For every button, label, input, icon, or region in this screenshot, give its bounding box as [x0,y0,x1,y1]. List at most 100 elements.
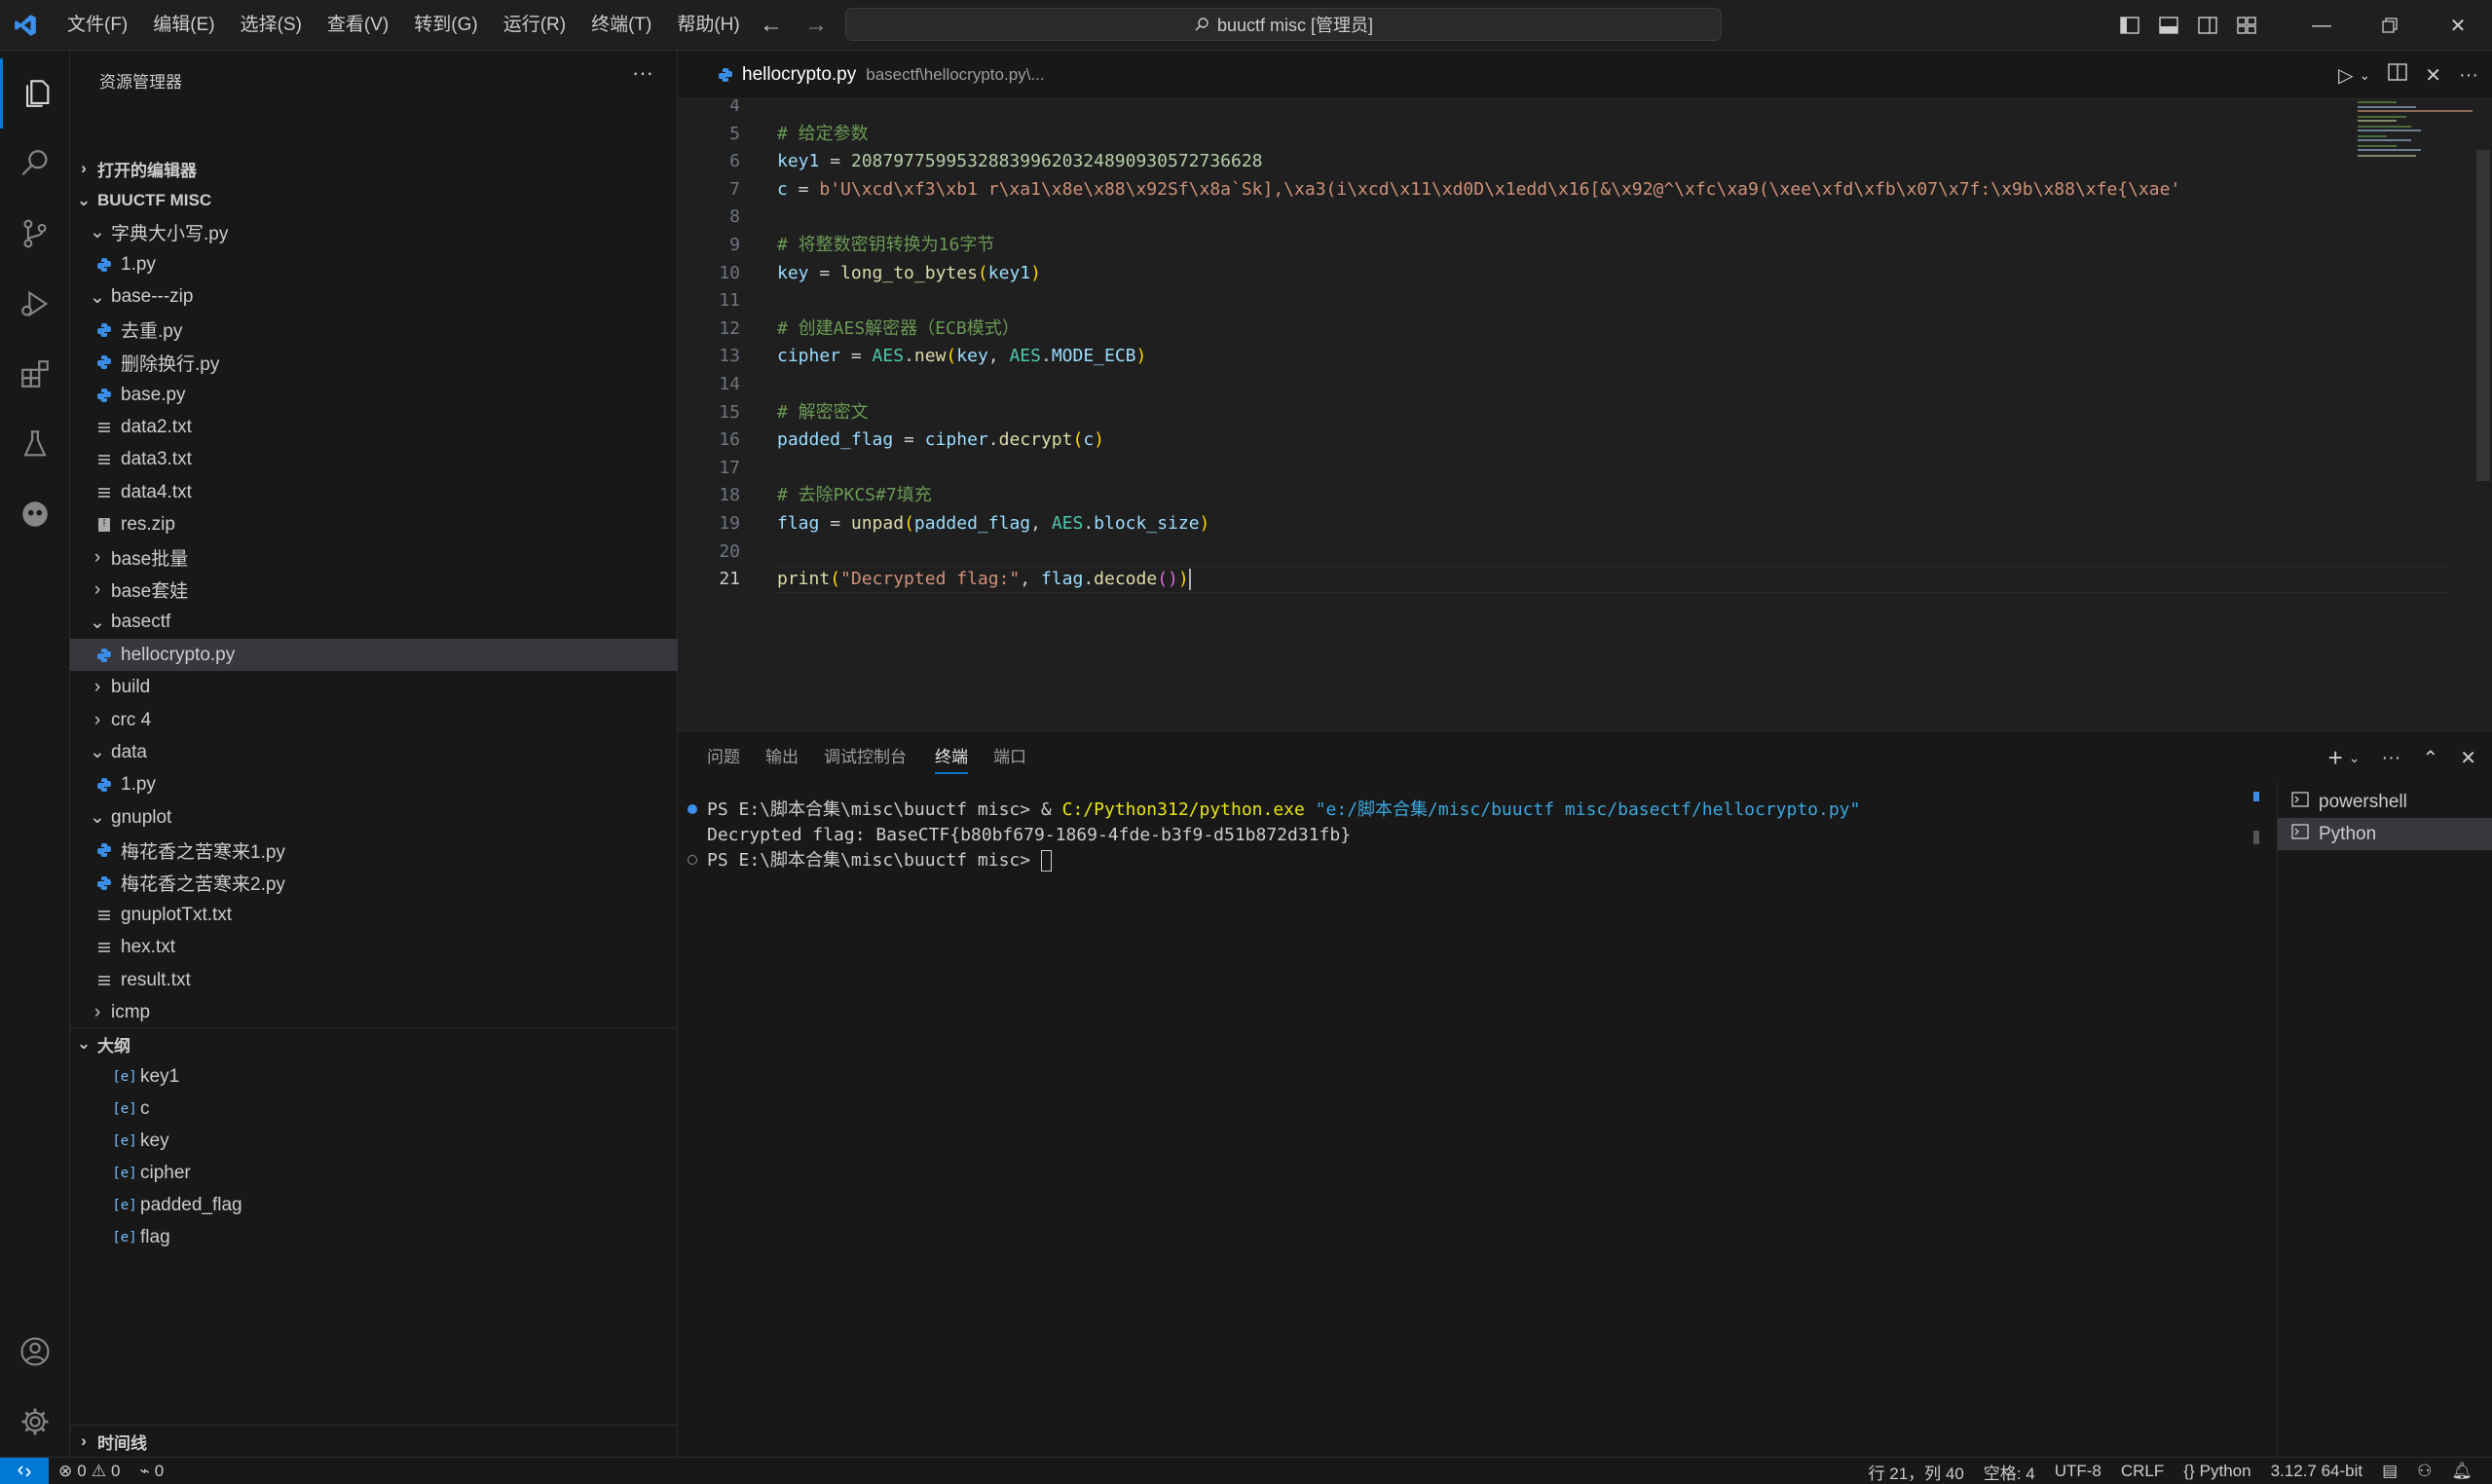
explorer-icon[interactable] [0,58,70,129]
terminal-instance[interactable]: Python [2278,818,2492,850]
testing-flask-icon[interactable] [0,409,70,479]
tree-folder[interactable]: ⌄ data [70,736,678,768]
tree-file[interactable]: gnuplotTxt.txt [70,899,678,931]
more-actions-icon[interactable]: ··· [632,60,653,86]
maximize-panel-icon[interactable]: ⌃ [2422,746,2438,770]
outline-item[interactable]: [e] key [70,1125,678,1157]
menu-item[interactable]: 文件(F) [55,0,140,51]
close-window-button[interactable]: ✕ [2424,0,2492,51]
timeline-section[interactable]: › 时间线 [70,1426,678,1457]
python-interpreter[interactable]: 3.12.7 64-bit [2261,1462,2373,1481]
notifications-bell-icon[interactable]: 🔔︎ [2441,1462,2482,1481]
tree-file[interactable]: data4.txt [70,476,678,508]
minimap[interactable] [2358,99,2474,177]
code-line[interactable]: 14 [678,371,2492,398]
tree-folder[interactable]: ⌄ gnuplot [70,801,678,834]
tree-folder[interactable]: › base套娃 [70,574,678,606]
panel-tab[interactable]: 问题 [707,731,740,784]
code-line[interactable]: 8 [678,204,2492,231]
code-line[interactable]: 19 flag = unpad(padded_flag, AES.block_si… [678,510,2492,538]
tree-file[interactable]: 去重.py [70,314,678,346]
code-line[interactable]: 4 [678,99,2492,120]
menu-item[interactable]: 帮助(H) [664,0,752,51]
end-of-line[interactable]: CRLF [2111,1462,2174,1481]
source-control-icon[interactable] [0,199,70,269]
outline-item[interactable]: [e] padded_flag [70,1189,678,1221]
panel-tab[interactable]: 调试控制台 [824,731,907,784]
accounts-icon[interactable] [0,1317,70,1387]
tree-file[interactable]: 删除换行.py [70,347,678,379]
new-terminal-icon[interactable]: + [2328,743,2343,773]
code-line[interactable]: 15 # 解密密文 [678,399,2492,427]
tree-file[interactable]: data2.txt [70,411,678,443]
open-editors-section[interactable]: › 打开的编辑器 [70,153,678,184]
menu-item[interactable]: 查看(V) [315,0,401,51]
run-python-file-icon[interactable]: ▷ [2338,63,2353,88]
more-actions-icon[interactable]: ··· [2459,64,2478,87]
settings-gear-icon[interactable] [0,1387,70,1457]
remote-indicator-button[interactable] [0,1457,49,1484]
code-line[interactable]: 6 key1 = 20879775995328839962032489093057… [678,148,2492,175]
tree-file[interactable]: hellocrypto.py [70,639,678,672]
close-panel-icon[interactable]: ✕ [2460,746,2476,770]
code-editor[interactable]: 4 5 # 给定参数 6 key1 = 208797759953288399620324… [678,99,2492,730]
split-editor-icon[interactable] [2388,63,2407,87]
tree-file[interactable]: data3.txt [70,444,678,476]
code-line[interactable]: 16 padded_flag = cipher.decrypt(c) [678,427,2492,454]
tab-hellocrypto[interactable]: hellocrypto.py basectf\hellocrypto.py\..… [678,51,1045,99]
toggle-secondary-sidebar-icon[interactable] [2188,17,2227,34]
cursor-position[interactable]: 行 21，列 40 [1859,1460,1974,1484]
panel-tab[interactable]: 端口 [993,731,1026,784]
close-editor-icon[interactable]: ✕ [2425,63,2441,88]
feedback-icon[interactable]: ▤ [2372,1462,2407,1481]
tree-file[interactable]: 梅花香之苦寒来2.py [70,867,678,899]
code-line[interactable]: 18 # 去除PKCS#7填充 [678,482,2492,509]
tree-folder[interactable]: › crc 4 [70,704,678,736]
ports-indicator[interactable]: ⌁ 0 [130,1462,173,1481]
terminal-scrollbar[interactable] [2253,792,2259,844]
code-line[interactable]: 11 [678,287,2492,315]
restore-button[interactable] [2356,0,2424,51]
extensions-icon[interactable] [0,339,70,409]
command-success-dot-icon[interactable] [688,804,697,814]
menu-item[interactable]: 选择(S) [228,0,315,51]
language-mode[interactable]: {} Python [2174,1462,2260,1481]
tree-file[interactable]: result.txt [70,964,678,996]
command-pending-dot-icon[interactable] [688,855,697,865]
command-center-search[interactable]: buuctf misc [管理员] [845,8,1722,41]
more-actions-icon[interactable]: ··· [2381,747,2400,769]
tree-file[interactable]: hex.txt [70,932,678,964]
outline-item[interactable]: [e] cipher [70,1157,678,1189]
search-icon[interactable] [0,129,70,199]
tree-folder[interactable]: ⌄ basectf [70,607,678,639]
outline-section[interactable]: ⌄ 大纲 [70,1028,678,1059]
tree-folder[interactable]: ⌄ 字典大小写.py [70,216,678,248]
outline-item[interactable]: [e] key1 [70,1060,678,1093]
minimize-button[interactable]: — [2287,0,2356,51]
tree-folder[interactable]: ⌄ base---zip [70,281,678,314]
panel-tab[interactable]: 输出 [765,731,799,784]
menu-item[interactable]: 转到(G) [401,0,490,51]
toggle-primary-sidebar-icon[interactable] [2110,17,2149,34]
run-and-debug-icon[interactable] [0,269,70,339]
tree-folder[interactable]: › icmp [70,997,678,1029]
tree-file[interactable]: 1.py [70,248,678,280]
code-line[interactable]: 21 print("Decrypted flag:", flag.decode()… [678,566,2492,594]
outline-item[interactable]: [e] c [70,1093,678,1125]
tree-file[interactable]: base.py [70,379,678,411]
chevron-down-icon[interactable]: ⌄ [2360,67,2371,84]
back-arrow-icon[interactable]: ← [760,12,783,39]
editor-scrollbar[interactable] [2476,150,2490,481]
encoding[interactable]: UTF-8 [2045,1462,2111,1481]
menu-item[interactable]: 终端(T) [578,0,664,51]
chevron-down-icon[interactable]: ⌄ [2349,750,2361,766]
copilot-icon[interactable]: ⚇ [2407,1462,2441,1481]
tree-folder[interactable]: › build [70,672,678,704]
tree-file[interactable]: res.zip [70,509,678,541]
toggle-panel-icon[interactable] [2149,17,2188,34]
menu-item[interactable]: 运行(R) [491,0,578,51]
outline-item[interactable]: [e] flag [70,1221,678,1253]
workspace-section[interactable]: ⌄ BUUCTF MISC [70,185,678,216]
code-line[interactable]: 13 cipher = AES.new(key, AES.MODE_ECB) [678,343,2492,370]
code-line[interactable]: 10 key = long_to_bytes(key1) [678,260,2492,287]
